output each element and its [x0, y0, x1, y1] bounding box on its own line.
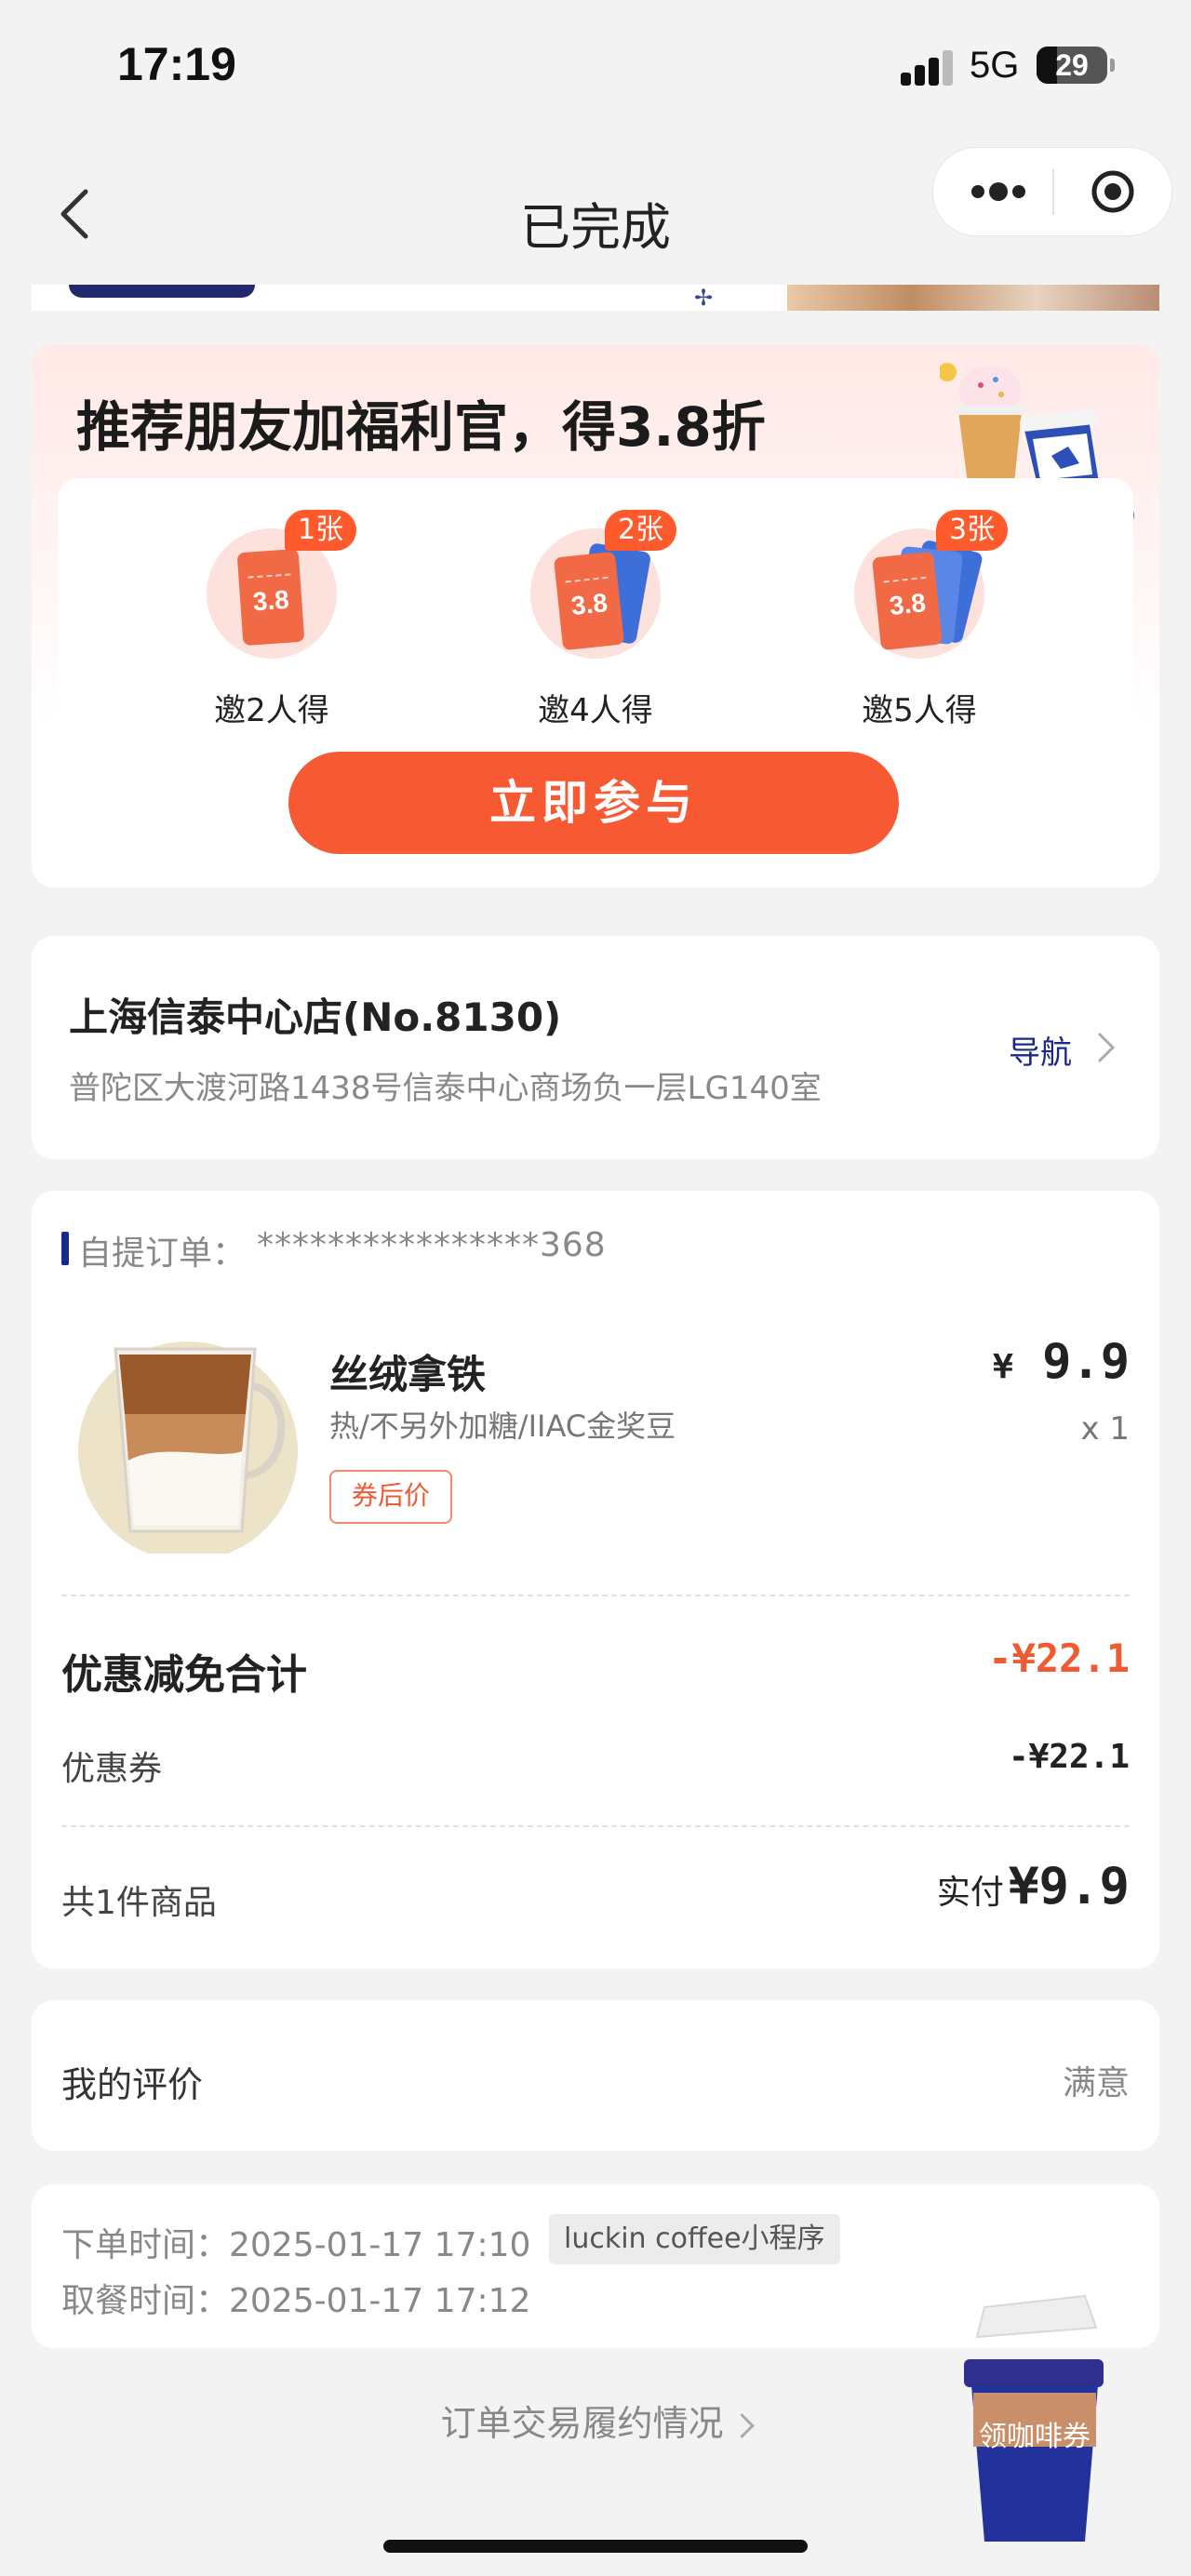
- ticket-value: 3.8: [888, 588, 928, 621]
- network-type: 5G: [970, 45, 1020, 86]
- divider: [61, 1595, 1130, 1596]
- product-quantity: x 1: [1080, 1410, 1130, 1448]
- store-name: 上海信泰中心店(No.8130): [69, 994, 562, 1040]
- reward-count-badge: 2张: [605, 510, 677, 551]
- section-accent-bar: [61, 1232, 69, 1265]
- reward-tier-2[interactable]: 3.8 2张 邀4人得: [530, 510, 754, 733]
- product-spec: 热/不另外加糖/IIAC金奖豆: [329, 1408, 676, 1444]
- price-value: 9.9: [1042, 1334, 1130, 1390]
- miniprogram-capsule: [932, 147, 1172, 236]
- more-icon[interactable]: [967, 176, 1041, 207]
- capsule-divider: [1052, 168, 1054, 215]
- home-indicator: [383, 2540, 808, 2553]
- divider: [61, 1825, 1130, 1827]
- chevron-right-icon: [729, 2413, 755, 2438]
- close-miniprogram-icon[interactable]: [1090, 168, 1136, 215]
- navigation-link[interactable]: 导航: [1009, 1027, 1072, 1073]
- paid-label: 实付: [936, 1874, 1004, 1912]
- pickup-time: 取餐时间：2025-01-17 17:12: [61, 2282, 531, 2320]
- currency-symbol: ¥: [993, 1348, 1013, 1386]
- promo-title: 推荐朋友加福利官，得3.8折: [76, 395, 766, 459]
- reward-tier-3[interactable]: 3.8 3张 邀5人得: [854, 510, 1077, 733]
- order-type-label: 自提订单：: [78, 1235, 247, 1273]
- float-button-label[interactable]: 领咖啡券: [958, 2413, 1111, 2454]
- product-name: 丝绒拿铁: [329, 1352, 487, 1397]
- product-image: [78, 1341, 298, 1554]
- fulfilment-label: 订单交易履约情况: [440, 2403, 724, 2444]
- status-time: 17:19: [117, 38, 236, 90]
- store-card: [32, 936, 1159, 1159]
- store-address: 普陀区大渡河路1438号信泰中心商场负一层LG140室: [69, 1070, 822, 1107]
- paid-amount: ¥9.9: [1008, 1857, 1130, 1915]
- coupon-ticket-icon: 3.8: [553, 551, 625, 651]
- paid-total: 实付 ¥9.9: [937, 1857, 1130, 1915]
- coupon-ticket-icon: 3.8: [871, 551, 943, 651]
- banner-image: [787, 285, 1159, 311]
- banner-strip[interactable]: ✢: [32, 285, 1159, 311]
- reward-label: 邀5人得: [862, 692, 977, 729]
- order-card: [32, 1191, 1159, 1969]
- chevron-right-icon[interactable]: [1096, 1031, 1117, 1064]
- discount-total-label: 优惠减免合计: [61, 1651, 307, 1699]
- coupon-label: 优惠券: [61, 1750, 163, 1788]
- product-price: ¥ 9.9: [993, 1334, 1130, 1390]
- ticket-value: 3.8: [569, 588, 609, 621]
- coupon-price-tag: 券后价: [329, 1470, 452, 1524]
- review-label: 我的评价: [61, 2064, 204, 2105]
- banner-blue-shape: [69, 285, 255, 298]
- order-time: 下单时间：2025-01-17 17:10: [61, 2226, 531, 2264]
- reward-count-badge: 3张: [936, 510, 1009, 551]
- signal-icon: [901, 48, 957, 86]
- battery-icon: 29: [1037, 47, 1115, 84]
- banner-mark-icon: ✢: [694, 285, 714, 311]
- reward-tier-1[interactable]: 3.8 1张 邀2人得: [207, 510, 430, 733]
- order-number: ****************368: [257, 1226, 607, 1264]
- reward-count-badge: 1张: [285, 510, 357, 551]
- join-now-button[interactable]: 立即参与: [288, 752, 899, 854]
- item-count: 共1件商品: [61, 1884, 217, 1922]
- reward-label: 邀2人得: [214, 692, 329, 729]
- coupon-amount: -¥22.1: [1008, 1738, 1130, 1776]
- battery-level: 29: [1055, 48, 1089, 82]
- review-value: 满意: [1062, 2064, 1130, 2102]
- discount-total-amount: -¥22.1: [988, 1635, 1130, 1681]
- order-channel-badge: luckin coffee小程序: [549, 2214, 840, 2264]
- coupon-ticket-icon: 3.8: [236, 548, 305, 647]
- reward-label: 邀4人得: [538, 692, 653, 729]
- ticket-value: 3.8: [251, 584, 290, 617]
